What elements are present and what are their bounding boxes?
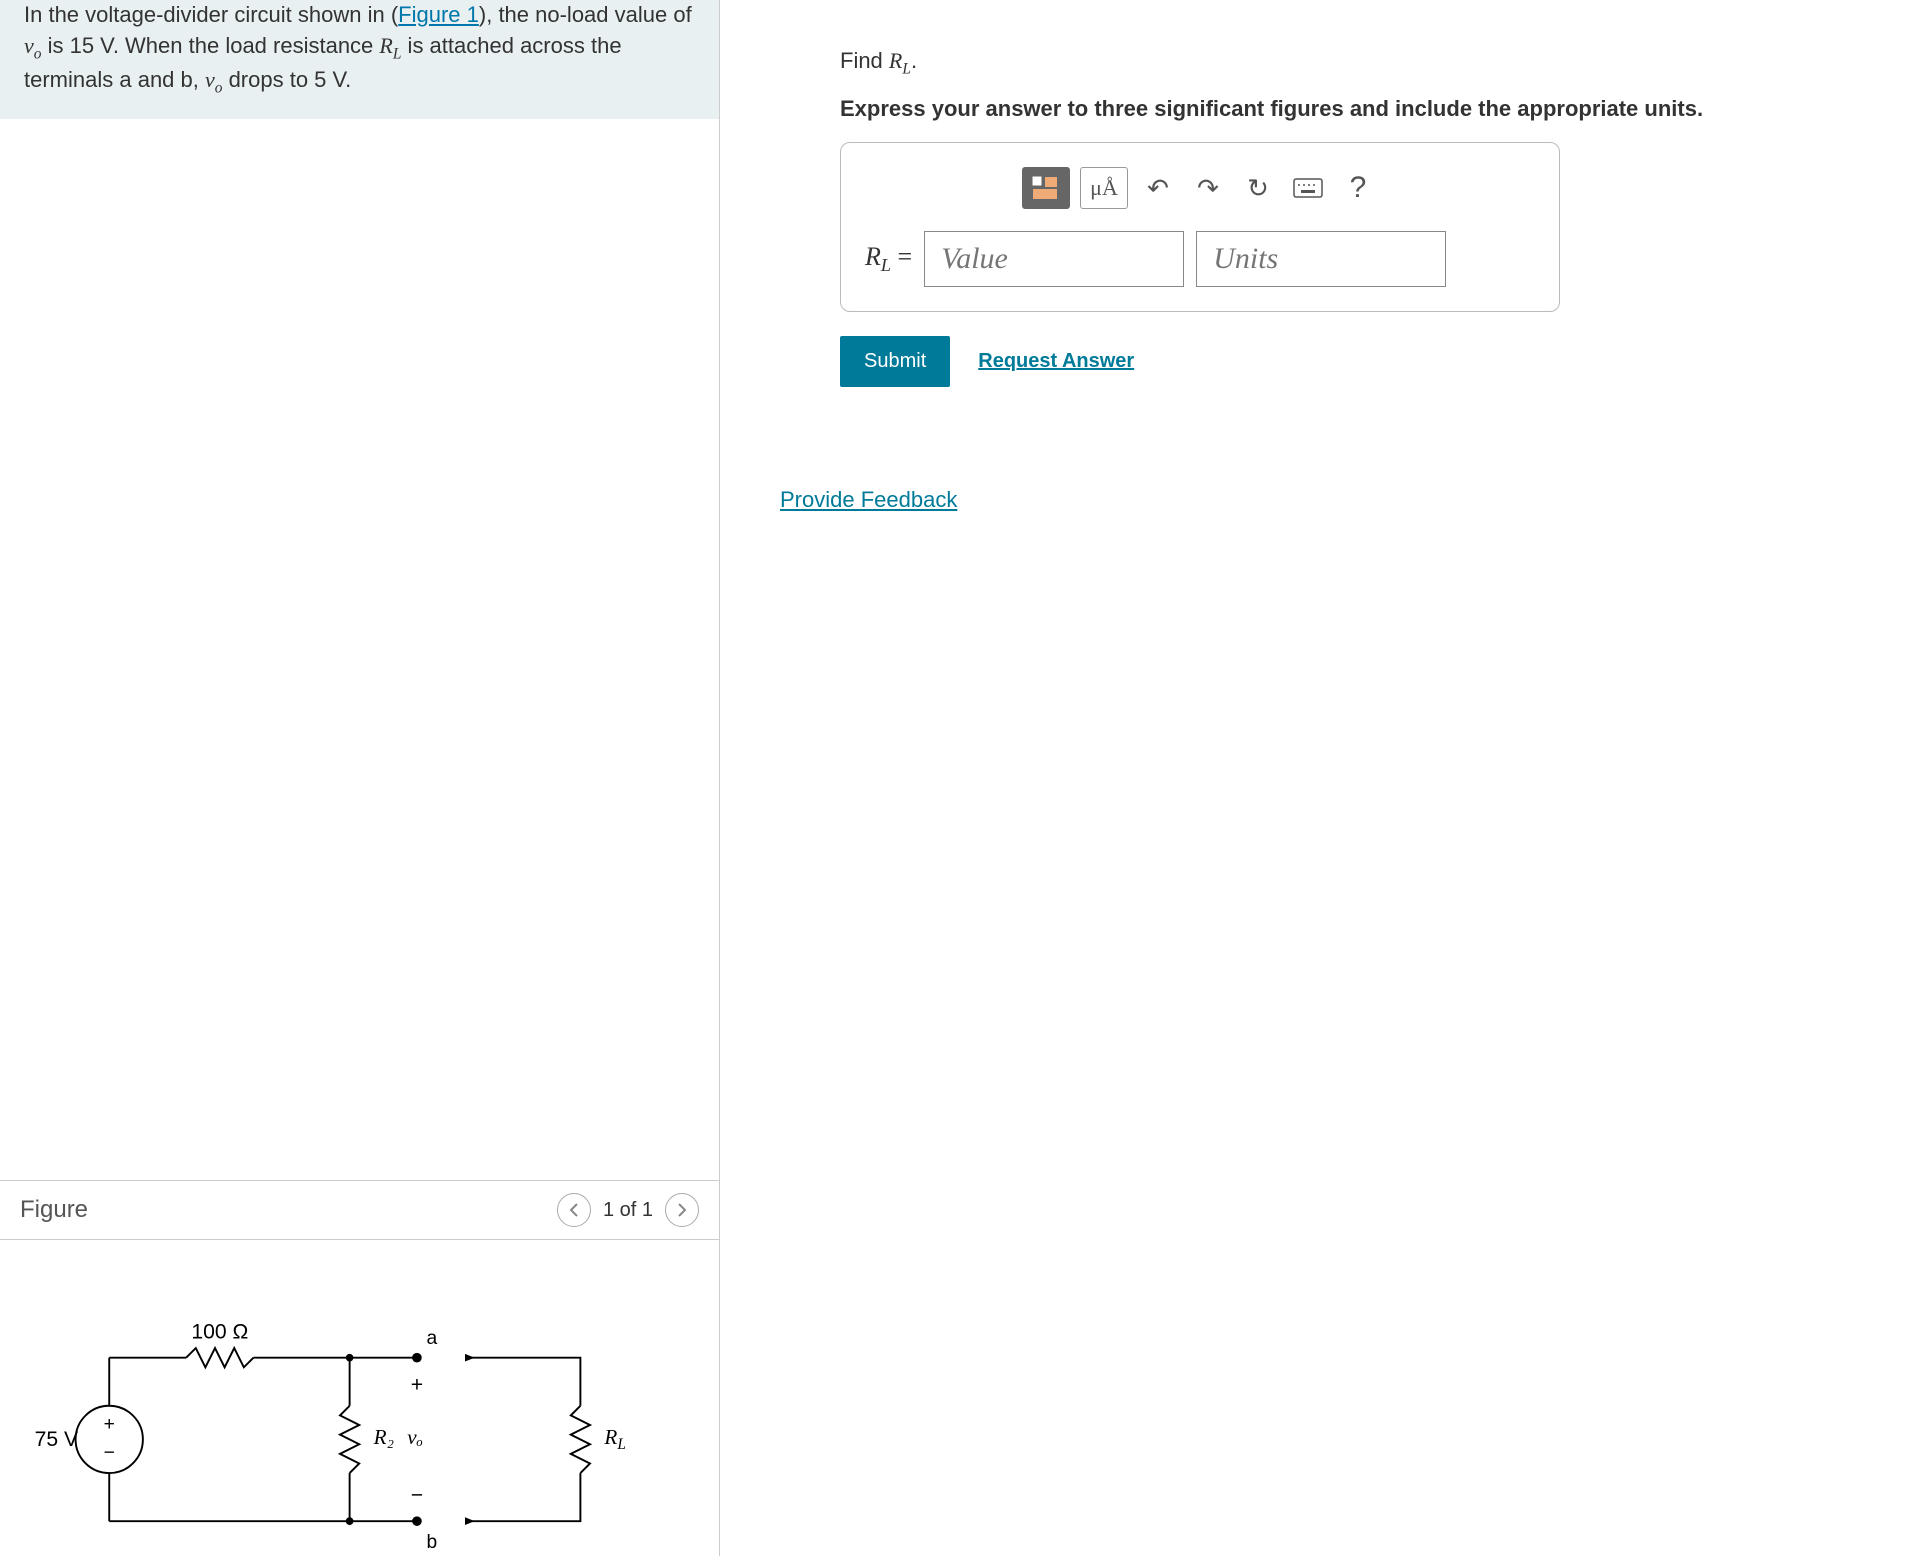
request-answer-link[interactable]: Request Answer — [978, 350, 1134, 373]
figure-link[interactable]: Figure 1 — [398, 2, 479, 27]
keyboard-icon[interactable] — [1288, 168, 1328, 208]
figure-title: Figure — [20, 1196, 88, 1224]
redo-icon[interactable]: ↷ — [1188, 168, 1228, 208]
circuit-figure: + − 100 Ω 75 V R₂ vₒ + − a b — [0, 1240, 719, 1556]
undo-icon[interactable]: ↶ — [1138, 168, 1178, 208]
svg-text:100 Ω: 100 Ω — [191, 1320, 248, 1343]
svg-text:−: − — [411, 1484, 423, 1507]
question-prompt: Find RL. — [840, 48, 1896, 78]
template-tool-icon[interactable] — [1022, 167, 1070, 209]
help-icon[interactable]: ? — [1338, 168, 1378, 208]
svg-text:75 V: 75 V — [35, 1428, 79, 1451]
svg-text:a: a — [427, 1328, 438, 1349]
units-input[interactable] — [1196, 231, 1446, 287]
value-input[interactable] — [924, 231, 1184, 287]
question-instructions: Express your answer to three significant… — [840, 96, 1896, 122]
answer-box: μÅ ↶ ↷ ↻ ? RL = — [840, 142, 1560, 312]
svg-text:RL: RL — [603, 1425, 625, 1453]
units-tool[interactable]: μÅ — [1080, 167, 1128, 209]
svg-text:+: + — [104, 1414, 115, 1435]
svg-text:−: − — [104, 1443, 115, 1464]
provide-feedback-link[interactable]: Provide Feedback — [780, 487, 957, 513]
reset-icon[interactable]: ↻ — [1238, 168, 1278, 208]
figure-pager: 1 of 1 — [603, 1199, 653, 1222]
figure-prev-button[interactable] — [557, 1193, 591, 1227]
problem-statement: In the voltage-divider circuit shown in … — [0, 0, 719, 119]
svg-text:vₒ: vₒ — [407, 1425, 422, 1449]
variable-label: RL = — [865, 242, 912, 276]
svg-text:+: + — [411, 1373, 423, 1396]
submit-button[interactable]: Submit — [840, 336, 950, 387]
svg-text:b: b — [427, 1532, 438, 1550]
figure-next-button[interactable] — [665, 1193, 699, 1227]
svg-text:R₂: R₂ — [373, 1425, 394, 1449]
